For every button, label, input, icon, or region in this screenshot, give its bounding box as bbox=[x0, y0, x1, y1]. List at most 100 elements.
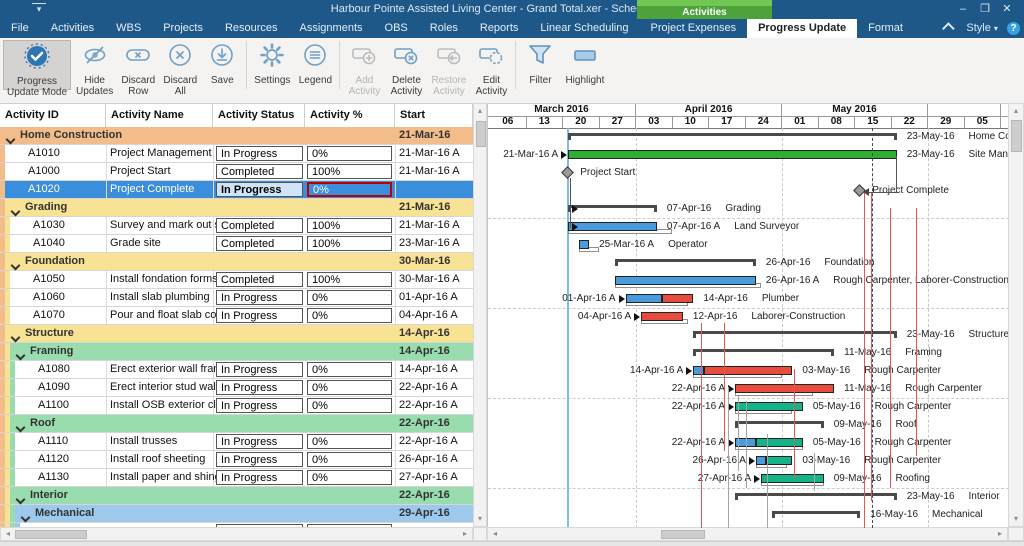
activity-id-cell[interactable]: A1100 bbox=[38, 397, 69, 414]
table-row[interactable]: A1040 Grade site Completed 100% 23-Mar-16 A bbox=[0, 235, 473, 253]
column-header-start[interactable]: Start bbox=[395, 104, 473, 127]
close-button[interactable]: ✕ bbox=[996, 2, 1018, 15]
activity-name-cell[interactable]: Install roof sheeting bbox=[110, 451, 205, 468]
activity-name-cell[interactable]: Install fondation forms bbox=[110, 271, 218, 288]
gantt-hscroll-thumb[interactable] bbox=[661, 530, 705, 539]
gantt-bar[interactable] bbox=[755, 438, 803, 447]
gantt-milestone-diamond[interactable] bbox=[561, 166, 575, 179]
activity-id-cell[interactable]: A1120 bbox=[38, 451, 69, 468]
tab-progress-update[interactable]: Progress Update bbox=[747, 19, 858, 38]
activity-status-cell[interactable]: In Progress bbox=[216, 470, 303, 485]
activity-start-cell[interactable]: 22-Apr-16 A bbox=[399, 433, 458, 450]
table-vertical-scrollbar[interactable]: ▴ ▾ bbox=[473, 103, 487, 527]
table-row[interactable]: A1010 Project Management In Progress 0% 21-M… bbox=[0, 145, 473, 163]
activity-status-cell[interactable]: In Progress bbox=[216, 290, 303, 305]
activity-pct-complete-cell[interactable]: 0% bbox=[307, 434, 392, 449]
gantt-bar[interactable] bbox=[568, 150, 897, 159]
activity-name-cell[interactable]: Survey and mark out site bbox=[110, 217, 232, 234]
table-row[interactable]: A1090 Erect interior stud walls In Progres… bbox=[0, 379, 473, 397]
tab-roles[interactable]: Roles bbox=[419, 19, 469, 38]
table-group-row[interactable]: Mechanical 29-Apr-16 bbox=[0, 505, 473, 523]
activity-pct-complete-cell[interactable]: 100% bbox=[307, 236, 392, 251]
gantt-summary-bar[interactable] bbox=[615, 259, 756, 266]
table-row[interactable]: A1020 Project Complete In Progress 0% bbox=[0, 181, 473, 199]
gantt-bar[interactable] bbox=[755, 456, 767, 465]
table-group-row[interactable]: Interior 22-Apr-16 bbox=[0, 487, 473, 505]
activity-pct-complete-cell[interactable]: 100% bbox=[307, 164, 392, 179]
tab-format[interactable]: Format bbox=[857, 19, 914, 38]
tab-assignments[interactable]: Assignments bbox=[289, 19, 374, 38]
table-group-row[interactable]: Grading 21-Mar-16 bbox=[0, 199, 473, 217]
activity-start-cell[interactable]: 30-Mar-16 A bbox=[399, 271, 460, 288]
hide-updates-button[interactable]: Hide Updates bbox=[73, 40, 116, 97]
activity-start-cell[interactable]: 22-Apr-16 A bbox=[399, 379, 458, 396]
gantt-bar[interactable] bbox=[568, 222, 657, 231]
activity-status-cell[interactable]: Completed bbox=[216, 218, 303, 233]
settings-button[interactable]: Settings bbox=[251, 40, 293, 90]
scroll-up-icon[interactable]: ▴ bbox=[1010, 105, 1022, 117]
activity-id-cell[interactable]: A1010 bbox=[28, 145, 60, 162]
table-hscroll-thumb[interactable] bbox=[15, 530, 87, 539]
style-dropdown-icon[interactable]: ▾ bbox=[994, 24, 998, 33]
activity-pct-complete-cell[interactable]: 0% bbox=[307, 398, 392, 413]
tab-projects[interactable]: Projects bbox=[152, 19, 214, 38]
activity-id-cell[interactable]: A1110 bbox=[38, 433, 68, 450]
gantt-summary-bar[interactable] bbox=[568, 133, 897, 140]
activity-start-cell[interactable]: 21-Mar-16 A bbox=[399, 217, 460, 234]
activity-status-cell[interactable]: In Progress bbox=[216, 182, 303, 197]
tab-resources[interactable]: Resources bbox=[214, 19, 289, 38]
table-vscroll-thumb[interactable] bbox=[476, 121, 486, 147]
scroll-right-icon[interactable]: ▸ bbox=[459, 528, 471, 540]
scroll-down-icon[interactable]: ▾ bbox=[474, 513, 486, 525]
activity-id-cell[interactable]: A1080 bbox=[38, 361, 70, 378]
activity-start-cell[interactable]: 22-Apr-16 A bbox=[399, 397, 458, 414]
table-horizontal-scrollbar[interactable]: ◂ ▸ bbox=[0, 527, 473, 541]
discard-all-button[interactable]: Discard All bbox=[160, 40, 200, 97]
activity-start-cell[interactable]: 27-Apr-16 A bbox=[399, 469, 458, 486]
activity-name-cell[interactable]: Erect interior stud walls bbox=[110, 379, 224, 396]
activity-status-cell[interactable]: In Progress bbox=[216, 380, 303, 395]
table-group-row[interactable]: Framing 14-Apr-16 bbox=[0, 343, 473, 361]
activity-status-cell[interactable]: In Progress bbox=[216, 362, 303, 377]
tab-wbs[interactable]: WBS bbox=[105, 19, 152, 38]
activity-start-cell[interactable]: 14-Apr-16 A bbox=[399, 361, 458, 378]
progress-update-mode-button[interactable]: Progress Update Mode bbox=[3, 40, 72, 98]
activity-status-cell[interactable]: In Progress bbox=[216, 398, 303, 413]
activity-pct-complete-cell[interactable]: 0% bbox=[307, 362, 392, 377]
table-group-row[interactable]: Structure 14-Apr-16 bbox=[0, 325, 473, 343]
activity-id-cell[interactable]: A1070 bbox=[33, 307, 65, 324]
tab-reports[interactable]: Reports bbox=[469, 19, 530, 38]
activity-pct-complete-cell[interactable]: 0% bbox=[307, 290, 392, 305]
tab-activities[interactable]: Activities bbox=[40, 19, 105, 38]
table-row[interactable]: A1060 Install slab plumbing In Progress 0% 0… bbox=[0, 289, 473, 307]
gantt-bar[interactable] bbox=[735, 384, 835, 393]
delete-activity-button[interactable]: Delete Activity bbox=[386, 40, 426, 97]
activity-name-cell[interactable]: Grade site bbox=[110, 235, 161, 252]
tab-project-expenses[interactable]: Project Expenses bbox=[639, 19, 747, 38]
activity-pct-complete-cell[interactable]: 0% bbox=[307, 308, 392, 323]
scroll-left-icon[interactable]: ◂ bbox=[489, 528, 501, 540]
activity-status-cell[interactable]: In Progress bbox=[216, 146, 303, 161]
gantt-vertical-scrollbar[interactable]: ▴ ▾ bbox=[1008, 103, 1024, 527]
highlight-button[interactable]: Highlight bbox=[562, 40, 607, 90]
column-header-activity-id[interactable]: Activity ID bbox=[0, 104, 106, 127]
activity-id-cell[interactable]: A1000 bbox=[28, 163, 60, 180]
discard-row-button[interactable]: Discard Row bbox=[118, 40, 158, 97]
table-row[interactable]: A1080 Erect exterior wall frames In Progre… bbox=[0, 361, 473, 379]
minimize-button[interactable]: – bbox=[952, 3, 974, 15]
tab-linear-scheduling[interactable]: Linear Scheduling bbox=[529, 19, 639, 38]
activity-start-cell[interactable]: 21-Mar-16 A bbox=[399, 163, 460, 180]
activity-name-cell[interactable]: Project Management bbox=[110, 145, 212, 162]
table-row[interactable]: A1110 Install trusses In Progress 0% 22-Apr-… bbox=[0, 433, 473, 451]
table-group-row[interactable]: Foundation 30-Mar-16 bbox=[0, 253, 473, 271]
gantt-bar[interactable] bbox=[625, 294, 663, 303]
gantt-bar[interactable] bbox=[766, 456, 793, 465]
table-row[interactable]: A1100 Install OSB exterior cladding In Pro… bbox=[0, 397, 473, 415]
gantt-summary-bar[interactable] bbox=[771, 511, 861, 518]
activity-pct-complete-cell[interactable]: 0% bbox=[307, 470, 392, 485]
activity-name-cell[interactable]: Install trusses bbox=[110, 433, 177, 450]
table-row[interactable]: A1120 Install roof sheeting In Progress 0% 2… bbox=[0, 451, 473, 469]
table-group-row[interactable]: Roof 22-Apr-16 bbox=[0, 415, 473, 433]
column-header-activity-%-complete[interactable]: Activity % Complete bbox=[305, 104, 395, 144]
activity-name-cell[interactable]: Project Start bbox=[110, 163, 171, 180]
